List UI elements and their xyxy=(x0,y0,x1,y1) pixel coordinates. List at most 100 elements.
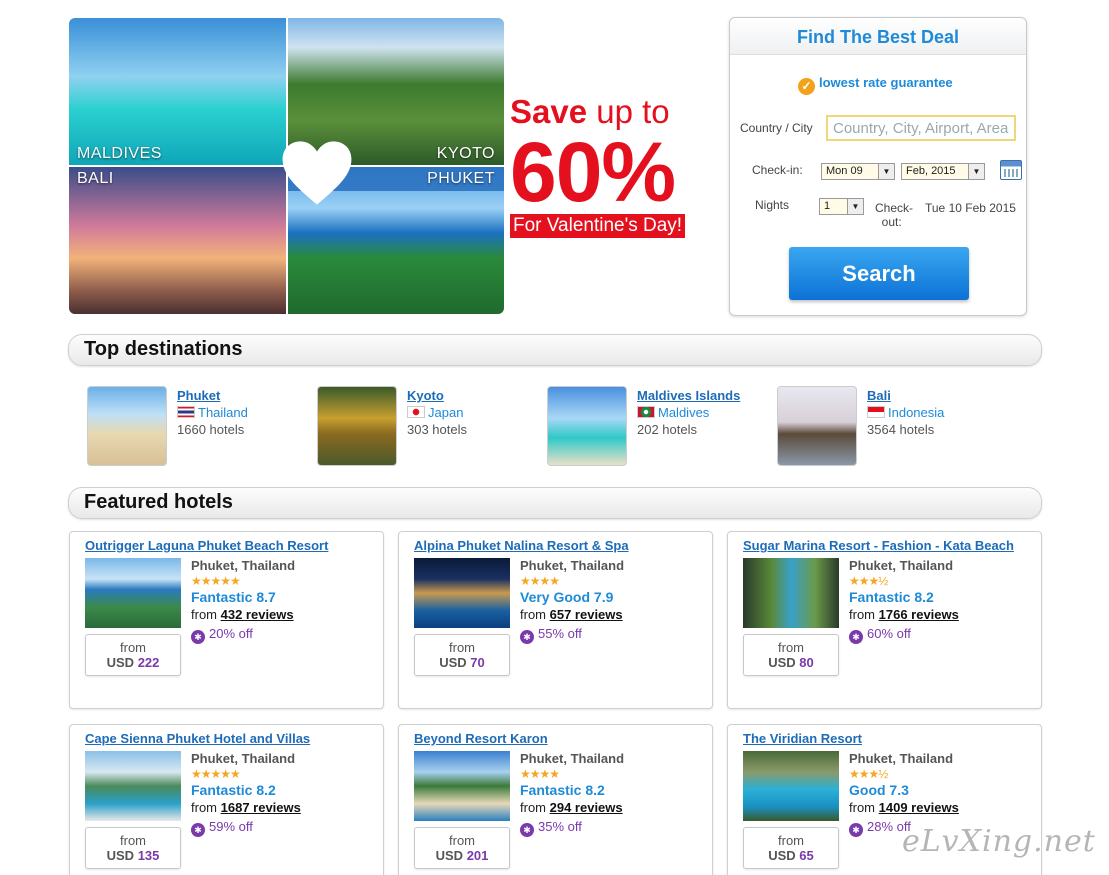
destination-country: Japan xyxy=(428,405,464,420)
star-rating-icon: ★★★½ xyxy=(849,767,888,781)
japan-flag-icon xyxy=(407,406,425,418)
tile-caption-phuket: PHUKET xyxy=(427,170,495,187)
chevron-down-icon: ▼ xyxy=(968,164,984,179)
hotel-count: 3564 hotels xyxy=(867,422,935,437)
featured-hotels-header: Featured hotels xyxy=(68,487,1042,519)
destination-item[interactable]: Kyoto Japan 303 hotels xyxy=(317,386,537,468)
hotel-photo[interactable] xyxy=(414,558,510,628)
search-button[interactable]: Search xyxy=(789,247,969,300)
watermark: eLvXing.net xyxy=(902,824,1096,859)
hotel-name-link[interactable]: Outrigger Laguna Phuket Beach Resort xyxy=(85,538,328,553)
maldives-flag-icon xyxy=(637,406,655,418)
discount-badge: ✱ 35% off xyxy=(520,819,582,837)
star-rating-icon: ★★★★ xyxy=(520,767,560,781)
checkin-label: Check-in: xyxy=(752,163,803,177)
destination-input[interactable] xyxy=(826,115,1016,141)
valentine-promo[interactable]: Save up to 60% For Valentine's Day! xyxy=(510,92,695,238)
chevron-down-icon: ▼ xyxy=(847,199,863,214)
top-destinations-header: Top destinations xyxy=(68,334,1042,366)
price-box[interactable]: from USD 70 xyxy=(414,634,510,676)
hotel-name-link[interactable]: Cape Sienna Phuket Hotel and Villas xyxy=(85,731,310,746)
discount-badge: ✱ 20% off xyxy=(191,626,253,644)
reviews-link[interactable]: 1687 reviews xyxy=(221,800,301,815)
promo-ribbon: For Valentine's Day! xyxy=(510,214,686,238)
reviews-link[interactable]: 1409 reviews xyxy=(879,800,959,815)
nights-select[interactable]: 1 ▼ xyxy=(819,198,864,215)
hotel-name-link[interactable]: Sugar Marina Resort - Fashion - Kata Bea… xyxy=(743,538,1014,553)
destination-country: Thailand xyxy=(198,405,248,420)
tile-caption-kyoto: KYOTO xyxy=(436,145,495,162)
chevron-down-icon: ▼ xyxy=(878,164,894,179)
phuket-thumbnail[interactable] xyxy=(87,386,167,466)
hotel-card[interactable]: Beyond Resort Karon Phuket, Thailand ★★★… xyxy=(398,724,713,875)
checkin-month-select[interactable]: Feb, 2015 ▼ xyxy=(901,163,985,180)
rate-guarantee: ✓ lowest rate guarantee xyxy=(798,75,953,95)
maldives-thumbnail[interactable] xyxy=(547,386,627,466)
hotel-photo[interactable] xyxy=(743,751,839,821)
reviews-link[interactable]: 657 reviews xyxy=(550,607,623,622)
hotel-card[interactable]: Cape Sienna Phuket Hotel and Villas Phuk… xyxy=(69,724,384,875)
review-count: from 1409 reviews xyxy=(849,800,959,815)
hotel-card[interactable]: Sugar Marina Resort - Fashion - Kata Bea… xyxy=(727,531,1042,709)
checkout-date: Tue 10 Feb 2015 xyxy=(925,201,1016,215)
hotel-card[interactable]: Alpina Phuket Nalina Resort & Spa Phuket… xyxy=(398,531,713,709)
review-count: from 432 reviews xyxy=(191,607,294,622)
price-box[interactable]: from USD 135 xyxy=(85,827,181,869)
promo-percent: 60% xyxy=(510,125,676,219)
price-box[interactable]: from USD 80 xyxy=(743,634,839,676)
hotel-location: Phuket, Thailand xyxy=(520,751,625,766)
review-score: Good 7.3 xyxy=(849,782,909,798)
promo-banner[interactable]: MALDIVES KYOTO BALI PHUKET xyxy=(69,18,504,314)
indonesia-flag-icon xyxy=(867,406,885,418)
star-rating-icon: ★★★★★ xyxy=(191,574,241,588)
destination-country: Indonesia xyxy=(888,405,945,420)
bali-thumbnail[interactable] xyxy=(777,386,857,466)
destination-link[interactable]: Bali xyxy=(867,388,891,403)
discount-badge: ✱ 60% off xyxy=(849,626,911,644)
section-title: Featured hotels xyxy=(84,491,233,513)
reviews-link[interactable]: 432 reviews xyxy=(221,607,294,622)
review-score: Fantastic 8.2 xyxy=(520,782,605,798)
hotel-name-link[interactable]: Alpina Phuket Nalina Resort & Spa xyxy=(414,538,629,553)
destination-item[interactable]: Bali Indonesia 3564 hotels xyxy=(777,386,997,468)
section-title: Top destinations xyxy=(84,338,243,360)
destination-link[interactable]: Maldives Islands xyxy=(637,388,740,403)
search-panel: Find The Best Deal ✓ lowest rate guarante… xyxy=(729,17,1027,316)
hotel-photo[interactable] xyxy=(743,558,839,628)
tile-caption-maldives: MALDIVES xyxy=(77,145,162,162)
discount-icon: ✱ xyxy=(191,823,205,837)
checkin-day-select[interactable]: Mon 09 ▼ xyxy=(821,163,895,180)
hotel-card[interactable]: Outrigger Laguna Phuket Beach Resort Phu… xyxy=(69,531,384,709)
destination-country: Maldives xyxy=(658,405,710,420)
checkout-label: Check- out: xyxy=(875,201,914,229)
destination-link[interactable]: Kyoto xyxy=(407,388,444,403)
discount-icon: ✱ xyxy=(849,823,863,837)
hotel-photo[interactable] xyxy=(414,751,510,821)
star-rating-icon: ★★★★ xyxy=(520,574,560,588)
hotel-photo[interactable] xyxy=(85,558,181,628)
thailand-flag-icon xyxy=(177,406,195,418)
price-box[interactable]: from USD 222 xyxy=(85,634,181,676)
nights-label: Nights xyxy=(755,198,790,212)
destination-link[interactable]: Phuket xyxy=(177,388,220,403)
hotel-photo[interactable] xyxy=(85,751,181,821)
price-box[interactable]: from USD 201 xyxy=(414,827,510,869)
price-box[interactable]: from USD 65 xyxy=(743,827,839,869)
tile-caption-bali: BALI xyxy=(77,170,114,187)
reviews-link[interactable]: 1766 reviews xyxy=(879,607,959,622)
calendar-icon[interactable] xyxy=(1000,160,1022,180)
search-panel-title: Find The Best Deal xyxy=(730,18,1026,55)
hotel-count: 303 hotels xyxy=(407,422,467,437)
hotel-name-link[interactable]: Beyond Resort Karon xyxy=(414,731,548,746)
hotel-location: Phuket, Thailand xyxy=(520,558,625,573)
hotel-location: Phuket, Thailand xyxy=(191,751,296,766)
reviews-link[interactable]: 294 reviews xyxy=(550,800,623,815)
hotel-name-link[interactable]: The Viridian Resort xyxy=(743,731,862,746)
hotel-location: Phuket, Thailand xyxy=(849,558,954,573)
kyoto-thumbnail[interactable] xyxy=(317,386,397,466)
destination-item[interactable]: Phuket Thailand 1660 hotels xyxy=(87,386,307,468)
destination-item[interactable]: Maldives Islands Maldives 202 hotels xyxy=(547,386,767,468)
discount-icon: ✱ xyxy=(520,823,534,837)
discount-icon: ✱ xyxy=(520,630,534,644)
review-score: Very Good 7.9 xyxy=(520,589,614,605)
